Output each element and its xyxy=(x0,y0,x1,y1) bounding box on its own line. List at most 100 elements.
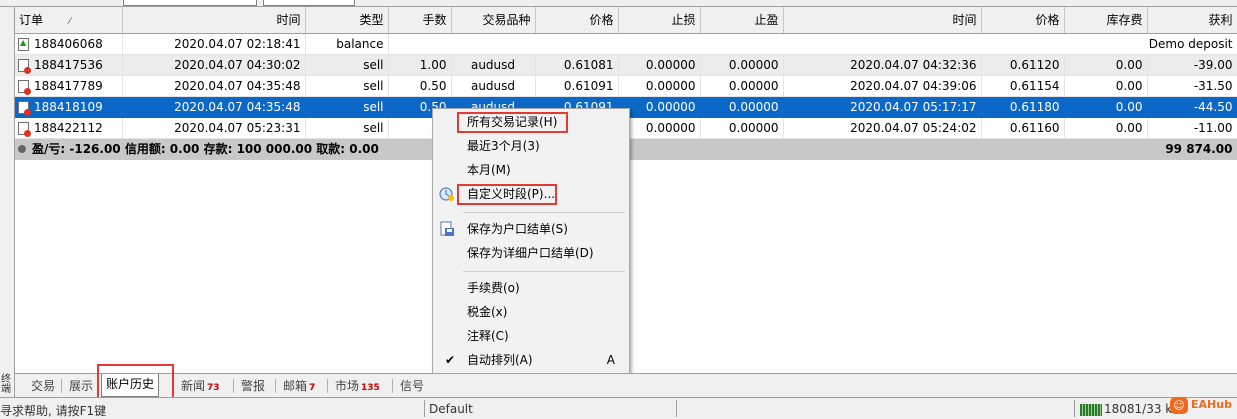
menu-separator xyxy=(463,271,625,272)
column-header[interactable]: 获利 xyxy=(1147,7,1237,34)
eahub-logo-icon: ☺ xyxy=(1170,397,1188,414)
sl-cell: 0.00000 xyxy=(618,117,701,139)
menu-item-5[interactable]: 保存为户口结单(S) xyxy=(433,218,629,240)
tab-1[interactable]: 展示 xyxy=(65,376,97,396)
column-header[interactable]: 类型 xyxy=(305,7,389,34)
connection-bars-icon xyxy=(1080,404,1102,416)
tab-label: 市场 xyxy=(335,379,360,393)
tab-separator xyxy=(392,379,393,393)
menu-item-label: 保存为户口结单(S) xyxy=(467,222,568,236)
open-time-cell: 2020.04.07 02:18:41 xyxy=(122,33,306,55)
column-header[interactable]: 止损 xyxy=(618,7,701,34)
menu-item-10[interactable]: 注释(C) xyxy=(433,325,629,347)
terminal-tabs: 交易 展示 账户历史 新闻 73 警报 邮箱 7 市场 135 信号 xyxy=(15,373,1237,398)
check-icon: ✔ xyxy=(445,353,456,367)
menu-item-label: 注释(C) xyxy=(467,329,509,343)
table-row[interactable]: 188417789 2020.04.07 04:35:48 sell 0.50 audu… xyxy=(15,75,1237,97)
type-cell: sell xyxy=(305,75,389,97)
status-help-text: 寻求帮助, 请按F1键 xyxy=(0,404,107,418)
lots-cell: 1.00 xyxy=(388,54,452,76)
context-menu: 所有交易记录(H) 最近3个月(3) 本月(M) 自定义时段(P)... 保存为户口结单… xyxy=(432,108,630,398)
close-time-cell: 2020.04.07 05:17:17 xyxy=(783,96,982,118)
column-header[interactable]: 止盈 xyxy=(700,7,784,34)
side-label: 终端 xyxy=(1,374,11,395)
tab-3[interactable]: 新闻 73 xyxy=(177,376,224,396)
column-header[interactable]: 库存费 xyxy=(1064,7,1148,34)
column-header[interactable]: 时间 xyxy=(122,7,306,34)
order-number: 188417789 xyxy=(34,78,103,93)
sell-order-icon xyxy=(18,79,31,95)
menu-item-9[interactable]: 税金(x) xyxy=(433,301,629,323)
type-cell: sell xyxy=(305,54,389,76)
sell-order-icon xyxy=(18,58,31,74)
menu-item-6[interactable]: 保存为详细户口结单(D) xyxy=(433,242,629,264)
tab-6[interactable]: 市场 135 xyxy=(331,376,384,396)
tab-label: 邮箱 xyxy=(283,379,308,393)
close-price-cell: 0.61154 xyxy=(981,75,1065,97)
table-row[interactable]: 188417536 2020.04.07 04:30:02 sell 1.00 audu… xyxy=(15,54,1237,76)
clock-icon xyxy=(439,187,454,201)
highlight-box-menu-item xyxy=(457,184,557,205)
close-price-cell: 0.61160 xyxy=(981,117,1065,139)
tab-label: 警报 xyxy=(241,379,266,393)
profit-cell: -39.00 xyxy=(1147,54,1237,76)
menu-item-label: 本月(M) xyxy=(467,163,511,177)
eahub-logo-text: EAHub xyxy=(1191,398,1232,411)
tp-cell: 0.00000 xyxy=(700,117,784,139)
toolbar-field[interactable] xyxy=(263,0,355,6)
column-header[interactable]: 交易品种 xyxy=(451,7,536,34)
status-profile: Default xyxy=(429,402,473,416)
tab-label: 展示 xyxy=(69,379,94,393)
menu-item-1[interactable]: 最近3个月(3) xyxy=(433,135,629,157)
column-header[interactable]: 价格 xyxy=(535,7,619,34)
highlight-box-account-history-tab xyxy=(97,364,174,400)
swap-cell: 0.00 xyxy=(1064,54,1148,76)
sl-cell: 0.00000 xyxy=(618,75,701,97)
column-header[interactable]: 时间 xyxy=(783,7,982,34)
symbol-cell: audusd xyxy=(451,75,536,97)
tab-count-badge: 135 xyxy=(361,383,380,393)
menu-item-label: 最近3个月(3) xyxy=(467,139,540,153)
toolbar-field[interactable] xyxy=(123,0,257,6)
tab-7[interactable]: 信号 xyxy=(396,376,428,396)
comment-cell: Demo deposit xyxy=(388,33,1237,55)
order-number: 188406068 xyxy=(34,36,103,51)
profit-cell: -11.00 xyxy=(1147,117,1237,139)
column-header[interactable]: 订单 ⁄ xyxy=(15,7,123,34)
tp-cell: 0.00000 xyxy=(700,75,784,97)
close-time-cell: 2020.04.07 05:24:02 xyxy=(783,117,982,139)
menu-item-2[interactable]: 本月(M) xyxy=(433,159,629,181)
order-number: 188418109 xyxy=(34,99,103,114)
column-header[interactable]: 价格 xyxy=(981,7,1065,34)
status-traffic: 18081/33 kb xyxy=(1104,402,1180,416)
open-price-cell: 0.61091 xyxy=(535,75,619,97)
close-time-cell: 2020.04.07 04:39:06 xyxy=(783,75,982,97)
tab-separator xyxy=(327,379,328,393)
sort-arrow-icon: ⁄ xyxy=(69,16,71,28)
tab-5[interactable]: 邮箱 7 xyxy=(279,376,319,396)
open-time-cell: 2020.04.07 05:23:31 xyxy=(122,117,306,139)
order-cell: 188417789 xyxy=(15,75,123,97)
swap-cell: 0.00 xyxy=(1064,117,1148,139)
sell-order-icon xyxy=(18,100,31,116)
tab-separator xyxy=(233,379,234,393)
menu-separator xyxy=(463,212,625,213)
menu-item-11[interactable]: ✔ 自动排列(A) A xyxy=(433,349,629,371)
order-cell: 188406068 xyxy=(15,33,123,55)
tab-4[interactable]: 警报 xyxy=(237,376,269,396)
tab-label: 新闻 xyxy=(181,379,206,393)
status-divider xyxy=(1074,400,1075,417)
menu-item-label: 手续费(o) xyxy=(467,281,520,295)
column-header[interactable]: 手数 xyxy=(388,7,452,34)
close-price-cell: 0.61120 xyxy=(981,54,1065,76)
status-divider xyxy=(676,400,677,417)
open-price-cell: 0.61081 xyxy=(535,54,619,76)
summary-label: 盈/亏: -126.00 信用额: 0.00 存款: 100 000.00 取款… xyxy=(32,142,379,156)
save-report-icon xyxy=(440,221,454,236)
menu-shortcut: A xyxy=(606,353,615,367)
tab-0[interactable]: 交易 xyxy=(27,376,59,396)
table-row[interactable]: 188406068 2020.04.07 02:18:41balanceDemo … xyxy=(15,33,1237,55)
swap-cell: 0.00 xyxy=(1064,96,1148,118)
menu-item-8[interactable]: 手续费(o) xyxy=(433,277,629,299)
open-time-cell: 2020.04.07 04:30:02 xyxy=(122,54,306,76)
